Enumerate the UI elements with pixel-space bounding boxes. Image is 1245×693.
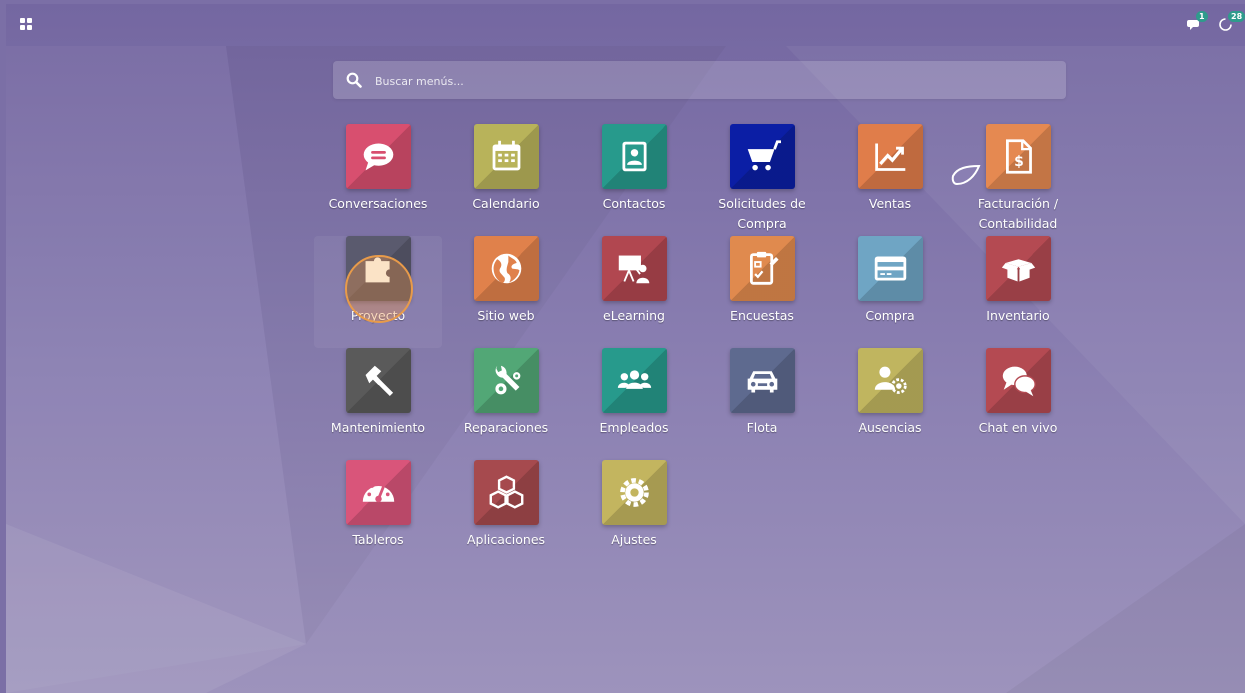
app-tile (473, 460, 539, 525)
trend-chart-icon (874, 143, 905, 171)
app-encuestas[interactable]: Encuestas (698, 236, 826, 348)
app-ausencias[interactable]: Ausencias (826, 348, 954, 460)
app-empleados[interactable]: Empleados (570, 348, 698, 460)
search-bar[interactable] (333, 61, 1066, 99)
app-chat-en-vivo[interactable]: Chat en vivo (954, 348, 1082, 460)
app-label: Aplicaciones (466, 532, 546, 547)
app-tile (345, 460, 411, 525)
app-label: Contactos (602, 196, 666, 211)
wrench-gears-icon (494, 365, 520, 395)
app-tile (601, 348, 667, 413)
app-tile (345, 348, 411, 413)
app-tile (473, 124, 539, 189)
address-book-icon (621, 141, 647, 172)
app-tile (729, 348, 795, 413)
shopping-cart-icon (747, 140, 781, 171)
app-label: Sitio web (477, 308, 535, 323)
app-solicitudes-de-compra[interactable]: Solicitudes de Compra (698, 124, 826, 236)
app-label: Chat en vivo (978, 420, 1058, 435)
app-label: Reparaciones (463, 420, 549, 435)
app-tile (601, 236, 667, 301)
app-tile (729, 236, 795, 301)
app-label: Empleados (599, 420, 669, 435)
mouse-pointer-icon (951, 164, 981, 186)
app-tile (473, 236, 539, 301)
app-label: Mantenimiento (330, 420, 426, 435)
activities-badge: 28 (1228, 11, 1245, 22)
top-navbar: 1 28 (6, 4, 1245, 46)
app-flota[interactable]: Flota (698, 348, 826, 460)
app-calendario[interactable]: Calendario (442, 124, 570, 236)
app-label: Tableros (352, 532, 404, 547)
app-label: Solicitudes de Compra (718, 196, 806, 231)
gear-icon (619, 478, 649, 507)
clock-icon[interactable]: 28 (1219, 11, 1245, 32)
app-label: Calendario (472, 196, 540, 211)
app-tile (857, 124, 923, 189)
user-gear-icon (874, 366, 907, 394)
app-label: Proyecto (350, 308, 406, 323)
globe-icon (491, 253, 521, 284)
app-tile (857, 348, 923, 413)
gauge-icon (362, 480, 394, 503)
app-label: eLearning (603, 308, 665, 323)
app-sitio-web[interactable]: Sitio web (442, 236, 570, 348)
clipboard-check-icon (749, 251, 779, 285)
app-ventas[interactable]: Ventas (826, 124, 954, 236)
home-menu-background: 1 28 Buscar menús... Conversaciones Cale… (6, 4, 1245, 693)
app-tile (345, 124, 411, 189)
app-tile (985, 236, 1051, 301)
app-label: Inventario (986, 308, 1050, 323)
chat-bubble-icon (363, 143, 393, 171)
hammer-icon (365, 365, 393, 397)
app-ajustes[interactable]: Ajustes (570, 460, 698, 572)
search-input[interactable] (373, 69, 1027, 93)
app-tile (601, 460, 667, 525)
calendar-icon (492, 140, 520, 171)
app-contactos[interactable]: Contactos (570, 124, 698, 236)
app-label: Encuestas (730, 308, 794, 323)
app-tile (729, 124, 795, 189)
app-compra[interactable]: Compra (826, 236, 954, 348)
presentation-icon (618, 255, 649, 284)
app-conversaciones[interactable]: Conversaciones (314, 124, 442, 236)
app-tile (345, 236, 411, 301)
app-tile (601, 124, 667, 189)
credit-card-icon (874, 256, 906, 281)
app-tile (857, 236, 923, 301)
apps-grid-icon[interactable] (20, 18, 33, 31)
app-label: Facturación / Contabilidad (977, 196, 1059, 231)
app-tableros[interactable]: Tableros (314, 460, 442, 572)
app-proyecto[interactable]: Proyecto (314, 236, 442, 348)
users-icon (617, 370, 651, 389)
invoice-dollar-icon: $ (1005, 139, 1032, 174)
app-label: Ventas (868, 196, 912, 211)
comments-icon (1002, 366, 1036, 397)
app-tile: $ (985, 124, 1051, 189)
app-mantenimiento[interactable]: Mantenimiento (314, 348, 442, 460)
apps-grid: Conversaciones Calendario Contactos Soli… (314, 124, 1082, 572)
app-label: Ajustes (611, 532, 657, 547)
app-tile (985, 348, 1051, 413)
cubes-icon (489, 475, 523, 509)
car-icon (747, 371, 777, 393)
puzzle-icon (365, 257, 390, 283)
app-aplicaciones[interactable]: Aplicaciones (442, 460, 570, 572)
app-inventario[interactable]: Inventario (954, 236, 1082, 348)
systray: 1 28 (1187, 11, 1245, 32)
app-tile (473, 348, 539, 413)
search-icon (346, 72, 362, 88)
app-label: Ausencias (858, 420, 922, 435)
app-label: Conversaciones (328, 196, 428, 211)
app-label: Compra (865, 308, 915, 323)
box-icon (1001, 259, 1035, 282)
messages-badge: 1 (1196, 11, 1208, 22)
svg-text:$: $ (1014, 154, 1024, 170)
chat-bubbles-icon[interactable]: 1 (1187, 11, 1208, 32)
app-elearning[interactable]: eLearning (570, 236, 698, 348)
app-label: Flota (746, 420, 778, 435)
app-reparaciones[interactable]: Reparaciones (442, 348, 570, 460)
